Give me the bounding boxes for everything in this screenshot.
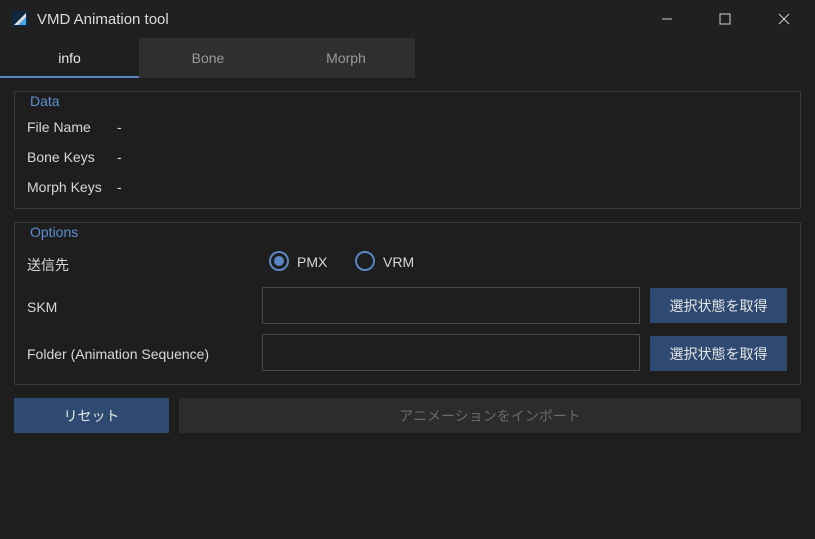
folder-field[interactable] — [262, 334, 640, 371]
skm-get-selection-button[interactable]: 選択状態を取得 — [650, 288, 787, 323]
bone-keys-value: - — [117, 149, 122, 165]
folder-label: Folder (Animation Sequence) — [27, 346, 210, 362]
tab-bar: info Bone Morph — [0, 38, 815, 78]
file-name-value: - — [117, 119, 122, 135]
morph-keys-label: Morph Keys — [27, 179, 102, 195]
tab-bone[interactable]: Bone — [139, 38, 277, 78]
skm-field[interactable] — [262, 287, 640, 324]
vrm-radio[interactable] — [355, 251, 375, 271]
window-title: VMD Animation tool — [37, 11, 169, 28]
pmx-radio-label[interactable]: PMX — [297, 254, 327, 270]
tab-morph[interactable]: Morph — [277, 38, 415, 78]
minimize-icon — [662, 18, 672, 20]
file-name-label: File Name — [27, 119, 91, 135]
reset-button[interactable]: リセット — [14, 398, 169, 433]
minimize-button[interactable] — [638, 0, 696, 38]
folder-get-selection-button[interactable]: 選択状態を取得 — [650, 336, 787, 371]
vrm-radio-label[interactable]: VRM — [383, 254, 414, 270]
close-icon — [778, 13, 790, 25]
app-icon — [12, 11, 28, 27]
maximize-button[interactable] — [696, 0, 754, 38]
data-group — [14, 91, 801, 209]
close-button[interactable] — [755, 0, 813, 38]
pmx-radio[interactable] — [269, 251, 289, 271]
options-group-title: Options — [24, 224, 85, 240]
import-animation-button[interactable]: アニメーションをインポート — [179, 398, 801, 433]
tab-info[interactable]: info — [0, 38, 139, 78]
data-group-title: Data — [24, 93, 66, 109]
target-label: 送信先 — [27, 257, 69, 273]
bone-keys-label: Bone Keys — [27, 149, 95, 165]
skm-label: SKM — [27, 299, 58, 315]
title-bar: VMD Animation tool — [0, 0, 815, 38]
maximize-icon — [719, 13, 731, 25]
morph-keys-value: - — [117, 179, 122, 195]
